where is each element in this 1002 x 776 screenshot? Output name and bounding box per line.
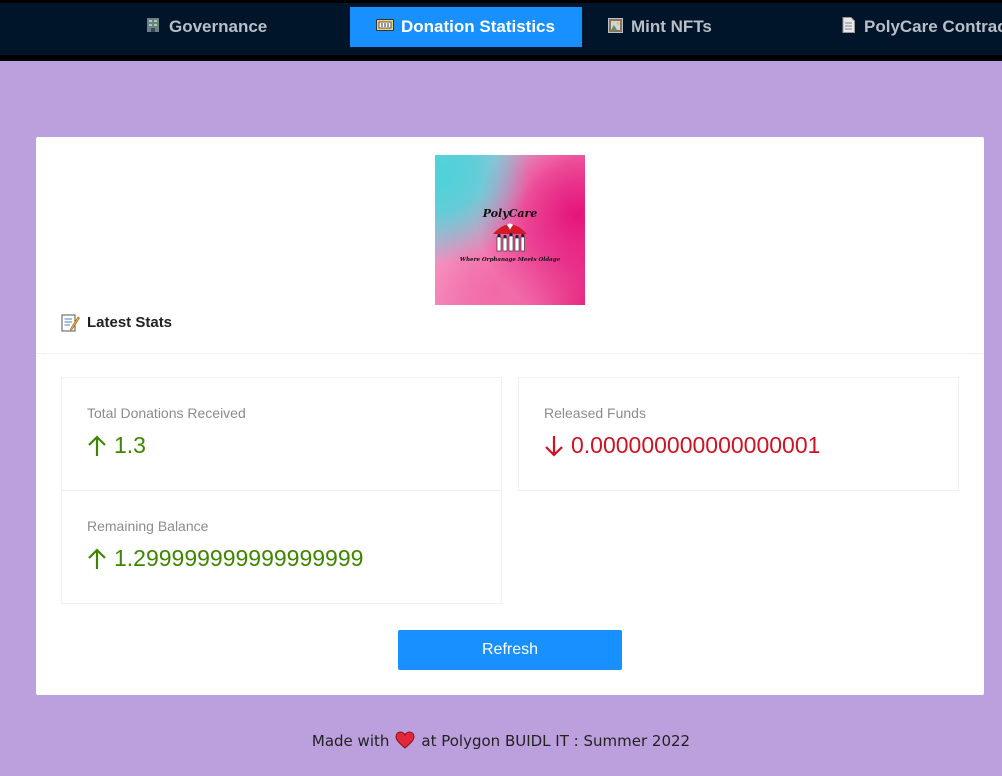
footer-text-after: at Polygon BUIDL IT : Summer 2022 bbox=[421, 732, 691, 750]
stat-value: 1.299999999999999999 bbox=[87, 545, 363, 572]
stat-total-donations: Total Donations Received 1.3 bbox=[61, 377, 502, 491]
tab-donation-statistics[interactable]: Donation Statistics bbox=[350, 7, 582, 47]
framed-picture-icon bbox=[606, 17, 624, 37]
stat-label: Remaining Balance bbox=[87, 518, 209, 534]
heart-icon bbox=[395, 731, 415, 749]
tab-polycare-contract[interactable]: PolyCare Contract bbox=[839, 7, 1002, 47]
stat-released-funds: Released Funds 0.000000000000000001 bbox=[518, 377, 959, 491]
stat-value-text: 0.000000000000000001 bbox=[571, 432, 821, 458]
tab-governance-label: Governance bbox=[169, 17, 268, 36]
tab-governance[interactable]: Governance bbox=[144, 7, 267, 47]
umbrella-family-icon bbox=[493, 223, 527, 252]
memo-icon bbox=[61, 313, 80, 332]
top-nav: Governance Donation Statistics Mint NFTs bbox=[0, 0, 1002, 61]
tab-polycare-contract-label: PolyCare Contract bbox=[864, 17, 1002, 36]
tab-donation-statistics-label: Donation Statistics bbox=[401, 17, 555, 36]
tab-mint-nfts[interactable]: Mint NFTs bbox=[606, 7, 712, 47]
document-icon bbox=[839, 17, 857, 37]
arrow-up-icon bbox=[87, 434, 107, 457]
refresh-button[interactable]: Refresh bbox=[398, 630, 622, 670]
arrow-down-icon bbox=[544, 435, 564, 457]
stat-value-text: 1.299999999999999999 bbox=[114, 545, 364, 571]
ticket-icon bbox=[376, 18, 394, 36]
stat-value: 1.3 bbox=[87, 432, 146, 459]
stat-label: Total Donations Received bbox=[87, 405, 246, 421]
stats-card: PolyCare Where Orphanage Meets Oldage La… bbox=[36, 137, 984, 695]
stat-remaining-balance: Remaining Balance 1.299999999999999999 bbox=[61, 490, 502, 604]
building-icon bbox=[144, 17, 162, 37]
polycare-logo: PolyCare Where Orphanage Meets Oldage bbox=[435, 155, 585, 305]
stat-value-text: 1.3 bbox=[114, 432, 146, 458]
card-title-text: Latest Stats bbox=[87, 314, 173, 331]
footer-text-before: Made with bbox=[311, 732, 390, 750]
stat-value: 0.000000000000000001 bbox=[544, 432, 820, 459]
tab-mint-nfts-label: Mint NFTs bbox=[631, 17, 712, 36]
card-divider bbox=[36, 353, 984, 354]
card-title: Latest Stats bbox=[61, 313, 172, 332]
footer: Made with at Polygon BUIDL IT : Summer 20… bbox=[0, 731, 1002, 750]
stat-label: Released Funds bbox=[544, 405, 646, 421]
arrow-up-icon bbox=[87, 547, 107, 570]
logo-tagline: Where Orphanage Meets Oldage bbox=[459, 257, 561, 263]
